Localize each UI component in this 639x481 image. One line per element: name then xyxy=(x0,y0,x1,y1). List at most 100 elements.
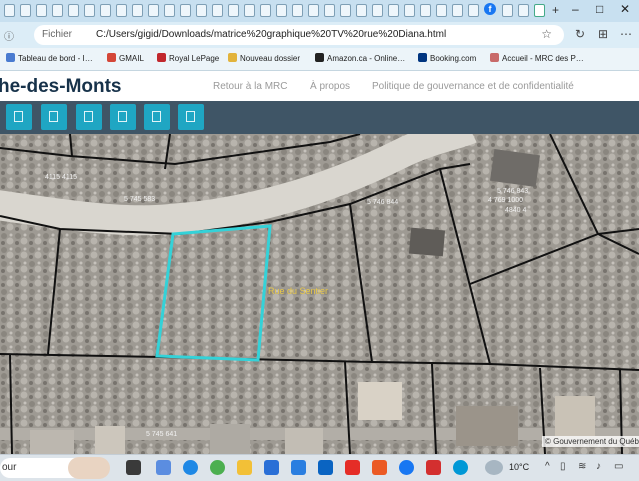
taskbar-search-text[interactable]: our xyxy=(2,462,16,473)
browser-tab[interactable] xyxy=(468,4,479,17)
close-icon[interactable]: ✕ xyxy=(620,2,630,16)
parcel-number: 4840 4 xyxy=(505,207,527,214)
parcel-number: 5 746 844 xyxy=(367,199,399,206)
facebook-icon[interactable] xyxy=(399,460,414,475)
browser-tab[interactable] xyxy=(164,4,175,17)
map-tool-button[interactable] xyxy=(178,104,204,130)
house-roof xyxy=(358,382,402,420)
volume-icon[interactable]: ♪ xyxy=(596,461,601,472)
edge-icon[interactable] xyxy=(183,460,198,475)
browser-tab[interactable] xyxy=(212,4,223,17)
wifi-icon[interactable]: ≋ xyxy=(578,461,586,472)
map-tool-button[interactable] xyxy=(144,104,170,130)
bookmark-mrc[interactable]: Accueil - MRC des P… xyxy=(490,53,584,63)
browser-tab[interactable] xyxy=(260,4,271,17)
network-icon[interactable]: ▯ xyxy=(560,461,566,472)
battery-icon[interactable]: ▭ xyxy=(614,461,623,472)
browser-tab[interactable] xyxy=(132,4,143,17)
url-field[interactable]: Fichier C:/Users/gigid/Downloads/matrice… xyxy=(34,25,564,45)
weather-icon[interactable] xyxy=(485,460,503,475)
browser-tab[interactable] xyxy=(228,4,239,17)
parcel-number: 4115 4115 xyxy=(45,174,78,181)
youtube-icon[interactable] xyxy=(345,460,360,475)
new-tab-icon[interactable]: + xyxy=(552,3,559,17)
browser-tab[interactable] xyxy=(116,4,127,17)
photos-icon[interactable] xyxy=(291,460,306,475)
browser-tab[interactable] xyxy=(84,4,95,17)
refresh-icon[interactable]: ↻ xyxy=(575,27,585,41)
browser-tab[interactable] xyxy=(4,4,15,17)
map-tool-button[interactable] xyxy=(41,104,67,130)
browser-tab[interactable] xyxy=(404,4,415,17)
browser-tab[interactable] xyxy=(244,4,255,17)
house-roof xyxy=(489,148,541,188)
browser-tab[interactable] xyxy=(340,4,351,17)
mrc-icon xyxy=(490,53,499,62)
browser-tab[interactable] xyxy=(36,4,47,17)
chrome-icon[interactable] xyxy=(210,460,225,475)
url-text[interactable]: C:/Users/gigid/Downloads/matrice%20graph… xyxy=(96,29,446,40)
browser-tab[interactable] xyxy=(20,4,31,17)
tray-chevron-icon[interactable]: ^ xyxy=(545,461,550,472)
browser-tab[interactable] xyxy=(196,4,207,17)
task-view-icon[interactable] xyxy=(126,460,141,475)
settings-icon[interactable]: ⋯ xyxy=(620,27,632,41)
browser-tab[interactable] xyxy=(436,4,447,17)
file-explorer-icon[interactable] xyxy=(237,460,252,475)
bookmark-star-icon[interactable]: ☆ xyxy=(541,27,552,41)
store-icon[interactable] xyxy=(264,460,279,475)
office-icon[interactable] xyxy=(372,460,387,475)
facebook-tab-icon[interactable]: f xyxy=(484,3,496,15)
house-roof xyxy=(95,426,125,454)
browser-tab[interactable] xyxy=(518,4,529,17)
map-tool-button[interactable] xyxy=(6,104,32,130)
parcel-number: 5 745 583 xyxy=(124,196,156,203)
house-roof xyxy=(285,428,323,454)
bookmark-tableau-de-bord[interactable]: Tableau de bord - I… xyxy=(6,53,93,63)
minimize-icon[interactable]: – xyxy=(572,2,579,16)
bookmark-amazon[interactable]: Amazon.ca - Online… xyxy=(315,53,405,63)
copilot-icon[interactable] xyxy=(156,460,171,475)
browser-tab[interactable] xyxy=(100,4,111,17)
temperature-readout[interactable]: 10°C xyxy=(509,462,529,472)
browser-tab[interactable] xyxy=(292,4,303,17)
parcel-number: 5 745 641 xyxy=(146,431,178,438)
browser-tab[interactable] xyxy=(388,4,399,17)
browser-tab[interactable] xyxy=(420,4,431,17)
nav-link-politique[interactable]: Politique de gouvernance et de confident… xyxy=(372,81,574,92)
browser-tab[interactable] xyxy=(148,4,159,17)
nav-link-a-propos[interactable]: À propos xyxy=(310,81,350,92)
browser-tab[interactable] xyxy=(372,4,383,17)
house-roof xyxy=(456,406,518,446)
house-roof xyxy=(210,424,250,454)
search-highlight-icon[interactable] xyxy=(68,457,110,479)
nav-link-retour[interactable]: Retour à la MRC xyxy=(213,81,287,92)
browser-tab[interactable] xyxy=(324,4,335,17)
browser-tab[interactable] xyxy=(502,4,513,17)
site-title: he-des-Monts xyxy=(0,76,122,97)
mail-icon[interactable] xyxy=(318,460,333,475)
map-tool-button[interactable] xyxy=(110,104,136,130)
bookmark-nouveau-dossier[interactable]: Nouveau dossier xyxy=(228,53,300,63)
browser-tab-strip: f + – □ ✕ xyxy=(0,0,639,22)
browser-tab[interactable] xyxy=(52,4,63,17)
maximize-icon[interactable]: □ xyxy=(596,2,603,16)
browser-tab[interactable] xyxy=(452,4,463,17)
browser-tab[interactable] xyxy=(308,4,319,17)
active-browser-tab[interactable] xyxy=(534,4,545,17)
extensions-icon[interactable]: ⊞ xyxy=(598,27,608,41)
browser-tab[interactable] xyxy=(180,4,191,17)
bookmark-royal-lepage[interactable]: Royal LePage xyxy=(157,53,219,63)
browser-tab[interactable] xyxy=(68,4,79,17)
bookmark-gmail[interactable]: GMAIL xyxy=(107,53,144,63)
map-tool-button[interactable] xyxy=(76,104,102,130)
bookmarks-bar: Tableau de bord - I… GMAIL Royal LePage … xyxy=(0,48,639,71)
aerial-map[interactable]: 5 745 583 5 746 843 4 769 1000 4840 4 5 … xyxy=(0,134,639,454)
info-icon[interactable]: ⓘ xyxy=(4,28,14,43)
skype-icon[interactable] xyxy=(453,460,468,475)
browser-tab[interactable] xyxy=(276,4,287,17)
browser-tab[interactable] xyxy=(356,4,367,17)
map-toolbar xyxy=(0,101,639,134)
news-icon[interactable] xyxy=(426,460,441,475)
bookmark-booking[interactable]: Booking.com xyxy=(418,53,476,63)
